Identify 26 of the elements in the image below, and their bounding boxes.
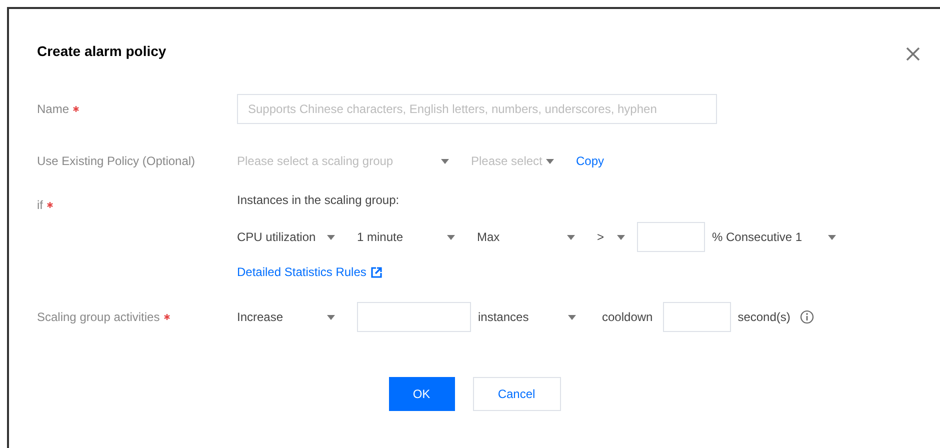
info-icon[interactable] bbox=[800, 310, 814, 324]
unit-select[interactable]: instances bbox=[478, 302, 586, 332]
field-label: Use Existing Policy (Optional) bbox=[37, 154, 196, 168]
seconds-label: second(s) bbox=[738, 310, 790, 324]
field-label: Name bbox=[37, 102, 70, 116]
count-input[interactable] bbox=[357, 302, 471, 332]
action-select[interactable]: Increase bbox=[237, 302, 345, 332]
threshold-input[interactable] bbox=[637, 222, 705, 252]
cooldown-label: cooldown bbox=[602, 310, 653, 324]
name-input[interactable]: Supports Chinese characters, English letters, numbers, underscores, hyphen bbox=[237, 94, 717, 124]
close-icon[interactable] bbox=[906, 47, 920, 61]
dialog-title: Create alarm policy bbox=[37, 43, 166, 59]
ok-button[interactable]: OK bbox=[388, 377, 454, 411]
field-label: Scaling group activities bbox=[37, 310, 160, 324]
external-link-icon bbox=[371, 266, 382, 278]
copy-link[interactable]: Copy bbox=[576, 154, 604, 168]
cancel-button[interactable]: Cancel bbox=[472, 377, 560, 411]
operator-select[interactable]: > bbox=[597, 222, 625, 252]
metric-select[interactable]: CPU utilization bbox=[237, 222, 345, 252]
period-select[interactable]: 1 minute bbox=[357, 222, 465, 252]
statistic-select[interactable]: Max bbox=[477, 222, 585, 252]
condition-caption: Instances in the scaling group: bbox=[237, 192, 400, 208]
cooldown-input[interactable] bbox=[662, 302, 731, 332]
duration-select[interactable]: % Consecutive 1 bbox=[712, 222, 836, 252]
field-label: if bbox=[37, 198, 43, 212]
statistics-rules-link[interactable]: Detailed Statistics Rules bbox=[237, 265, 382, 279]
